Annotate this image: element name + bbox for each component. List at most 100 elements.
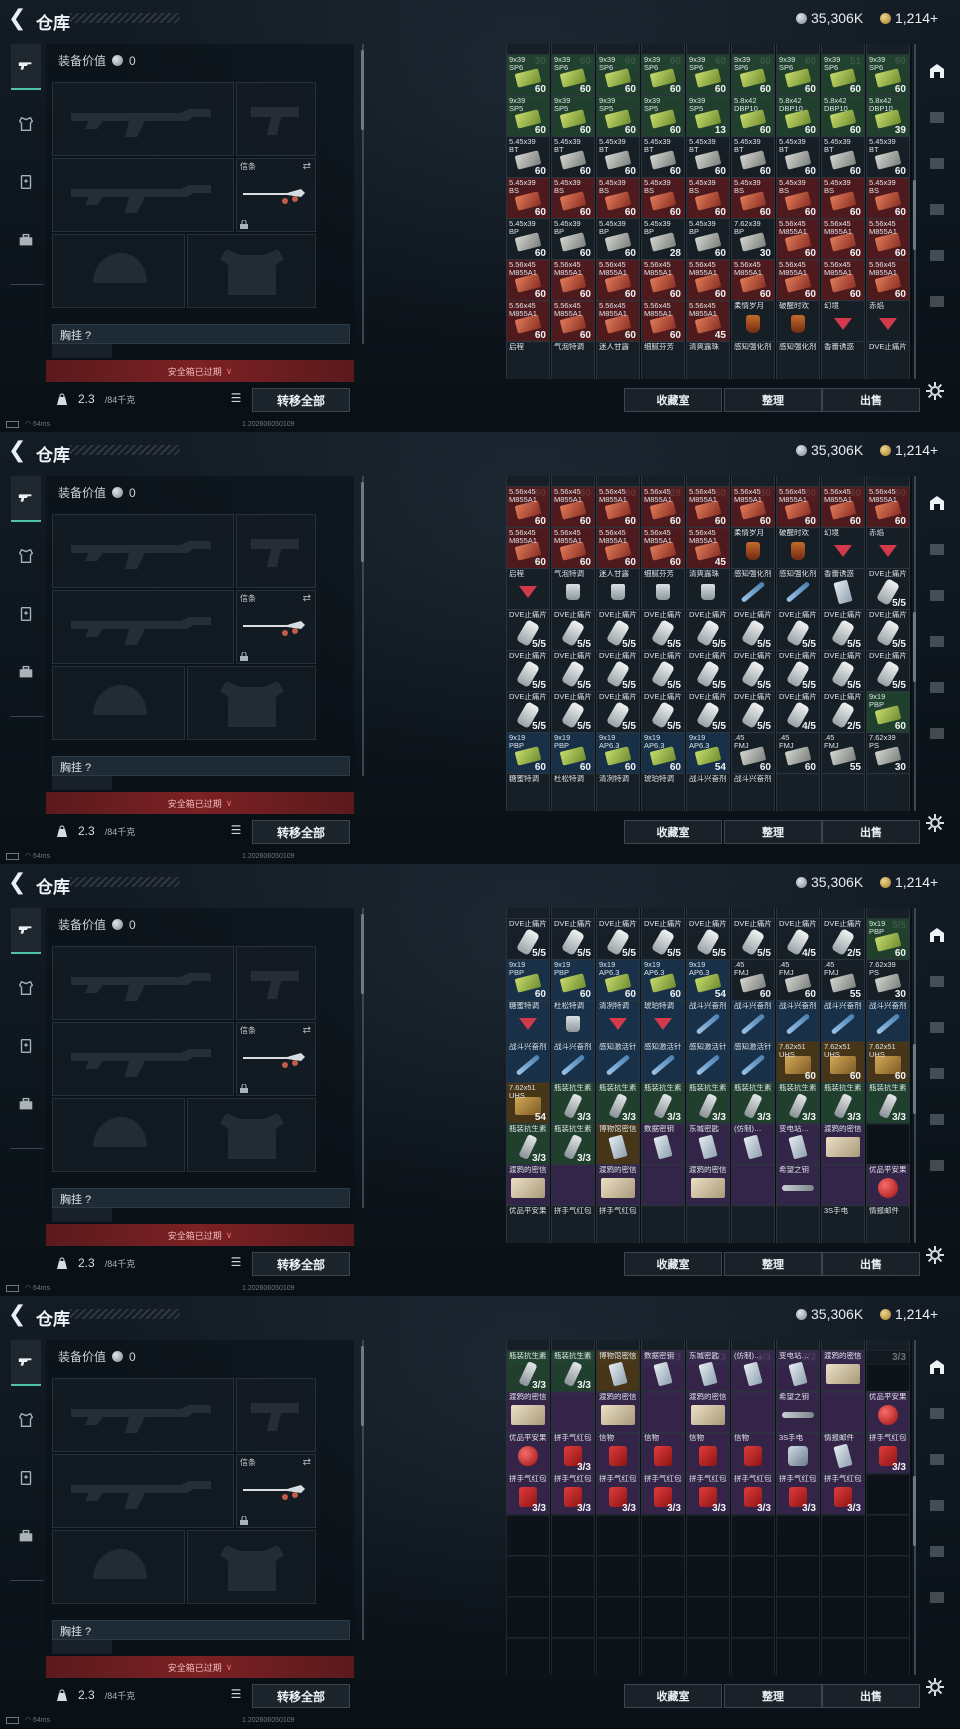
- inventory-item[interactable]: 信物: [641, 1432, 685, 1475]
- inventory-item[interactable]: 清冽特调: [596, 773, 640, 811]
- inventory-item[interactable]: 启程: [506, 568, 550, 611]
- inventory-item[interactable]: 5.56x45 M855A1 60: [506, 486, 550, 529]
- primary-weapon-slot[interactable]: [52, 946, 234, 1020]
- sort-button[interactable]: 整理: [724, 1252, 822, 1276]
- inventory-item[interactable]: 瓶装抗生素 3/3: [596, 1082, 640, 1125]
- storage-tab-5[interactable]: [922, 240, 952, 270]
- transfer-all-button[interactable]: 转移全部: [252, 388, 350, 412]
- back-arrow-icon[interactable]: ❮: [8, 7, 30, 30]
- inventory-item[interactable]: 杜松特调: [551, 773, 595, 811]
- inventory-item[interactable]: 5.8x42 DBP10 60: [776, 95, 820, 138]
- inventory-item[interactable]: 情报邮件: [821, 1432, 865, 1475]
- storage-tab-2[interactable]: [922, 534, 952, 564]
- inventory-item[interactable]: DVE止痛片 5/5: [821, 650, 865, 693]
- inventory-item[interactable]: 5.45x39 BT 60: [596, 136, 640, 179]
- nav-medical[interactable]: [11, 592, 41, 636]
- inventory-item[interactable]: 5.56x45 M855A1 60: [506, 259, 550, 302]
- inventory-item[interactable]: 赤焰: [866, 527, 910, 570]
- settings-gear-icon[interactable]: [924, 380, 946, 402]
- body-armor-slot[interactable]: [187, 1098, 316, 1172]
- list-view-button[interactable]: ☰: [226, 820, 246, 840]
- inventory-item[interactable]: 拼手气红包 3/3: [506, 1473, 550, 1516]
- silver-currency[interactable]: 35,306K: [796, 442, 863, 458]
- helmet-slot[interactable]: [52, 666, 185, 740]
- inventory-item[interactable]: 渡鸦的密信: [506, 1164, 550, 1207]
- melee-slot[interactable]: 信条 ⇄: [236, 1022, 316, 1096]
- inventory-item[interactable]: [731, 1391, 775, 1434]
- inventory-item[interactable]: 9x39 SP5 13: [686, 95, 730, 138]
- inventory-item[interactable]: 9x19 PBP 60: [866, 691, 910, 734]
- warehouse-tab[interactable]: [922, 56, 952, 86]
- secondary-weapon-slot[interactable]: [52, 1022, 234, 1096]
- nav-armor[interactable]: [11, 966, 41, 1010]
- inventory-item[interactable]: DVE止痛片 5/5: [866, 568, 910, 611]
- secure-box-warning[interactable]: 安全箱已过期 ∨: [46, 360, 354, 382]
- inventory-item[interactable]: [821, 773, 865, 811]
- inventory-item[interactable]: 瓶装抗生素 3/3: [551, 1082, 595, 1125]
- inventory-item[interactable]: 战斗兴奋剂: [821, 1000, 865, 1043]
- inventory-item[interactable]: 5.56x45 M855A1 60: [596, 527, 640, 570]
- storage-tab-3[interactable]: [922, 580, 952, 610]
- body-armor-slot[interactable]: [187, 666, 316, 740]
- inventory-item[interactable]: 感知强化剂: [776, 568, 820, 611]
- inventory-item[interactable]: 幻境: [821, 300, 865, 343]
- secure-box-warning[interactable]: 安全箱已过期 ∨: [46, 1656, 354, 1678]
- inventory-item[interactable]: 博物馆密信: [596, 1350, 640, 1393]
- inventory-item[interactable]: DVE止痛片 5/5: [686, 918, 730, 961]
- inventory-item[interactable]: 瓶装抗生素 3/3: [641, 1082, 685, 1125]
- nav-medical[interactable]: [11, 1456, 41, 1500]
- inventory-item[interactable]: DVE止痛片 5/5: [551, 650, 595, 693]
- inventory-item[interactable]: DVE止痛片 5/5: [641, 918, 685, 961]
- storage-tab-4[interactable]: [922, 1490, 952, 1520]
- inventory-item[interactable]: 拼手气红包 3/3: [641, 1473, 685, 1516]
- nav-armor[interactable]: [11, 534, 41, 578]
- inventory-item[interactable]: 9x39 SP6 60: [596, 54, 640, 97]
- inventory-item[interactable]: 气泡特调: [551, 341, 595, 379]
- inventory-item[interactable]: 渡鸦的密信: [596, 1391, 640, 1434]
- inventory-item[interactable]: 5.45x39 BS 60: [506, 177, 550, 220]
- inventory-item[interactable]: DVE止痛片 5/5: [731, 691, 775, 734]
- warehouse-tab[interactable]: [922, 1352, 952, 1382]
- inventory-item[interactable]: 清冽特调: [596, 1000, 640, 1043]
- storage-tab-3[interactable]: [922, 148, 952, 178]
- inventory-item[interactable]: 9x19 PBP 60: [506, 732, 550, 775]
- silver-currency[interactable]: 35,306K: [796, 1306, 863, 1322]
- inventory-item[interactable]: 拼手气红包 3/3: [551, 1473, 595, 1516]
- inventory-item[interactable]: DVE止痛片 5/5: [551, 691, 595, 734]
- inventory-item[interactable]: 拼手气红包 3/3: [596, 1473, 640, 1516]
- inventory-item[interactable]: 5.45x39 BS 60: [686, 177, 730, 220]
- transfer-all-button[interactable]: 转移全部: [252, 1684, 350, 1708]
- inventory-item[interactable]: DVE止痛片 5/5: [641, 609, 685, 652]
- inventory-item[interactable]: .45 FMJ 55: [821, 732, 865, 775]
- inventory-item[interactable]: 琥珀特调: [641, 1000, 685, 1043]
- storage-tab-2[interactable]: [922, 1398, 952, 1428]
- inventory-item[interactable]: DVE止痛片 5/5: [866, 650, 910, 693]
- helmet-slot[interactable]: [52, 1530, 185, 1604]
- inventory-item[interactable]: 7.62x51 UHS 60: [821, 1041, 865, 1084]
- inventory-item[interactable]: DVE止痛片 5/5: [506, 691, 550, 734]
- inventory-item[interactable]: [731, 1205, 775, 1243]
- inventory-item[interactable]: DVE止痛片 2/5: [821, 691, 865, 734]
- inventory-item[interactable]: [641, 1164, 685, 1207]
- inventory-item[interactable]: 9x19 AP6.3 60: [596, 732, 640, 775]
- inventory-item[interactable]: DVE止痛片 5/5: [641, 650, 685, 693]
- inventory-item[interactable]: 感知激活针: [731, 1041, 775, 1084]
- inventory-item[interactable]: 9x19 PBP 60: [551, 959, 595, 1002]
- inventory-item[interactable]: 9x39 SP6 60: [686, 54, 730, 97]
- inventory-item[interactable]: 5.56x45 M855A1 60: [641, 300, 685, 343]
- inventory-item[interactable]: [776, 1205, 820, 1243]
- inventory-item[interactable]: 5.45x39 BT 60: [641, 136, 685, 179]
- chest-rig-slot[interactable]: 胸挂 ?: [52, 324, 350, 344]
- inventory-item[interactable]: 感知激活针: [596, 1041, 640, 1084]
- inventory-item[interactable]: 瓶装抗生素 3/3: [776, 1082, 820, 1125]
- inventory-item[interactable]: 清爽露珠: [686, 568, 730, 611]
- secondary-weapon-slot[interactable]: [52, 1454, 234, 1528]
- inventory-item[interactable]: 5.45x39 BS 60: [551, 177, 595, 220]
- inventory-item[interactable]: 5.56x45 M855A1 60: [686, 259, 730, 302]
- inventory-item[interactable]: 5.56x45 M855A1 60: [866, 218, 910, 261]
- inventory-item[interactable]: 信物: [686, 1432, 730, 1475]
- nav-weapon[interactable]: [11, 908, 41, 954]
- nav-armor[interactable]: [11, 1398, 41, 1442]
- storage-tab-3[interactable]: [922, 1444, 952, 1474]
- storage-tab-4[interactable]: [922, 626, 952, 656]
